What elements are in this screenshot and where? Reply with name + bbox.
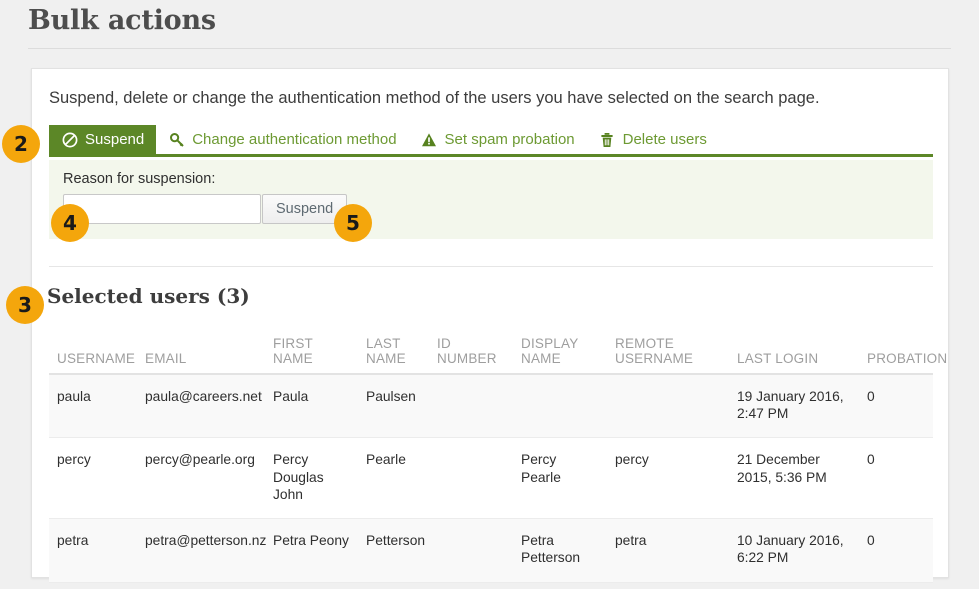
- tab-suspend[interactable]: Suspend: [49, 125, 157, 154]
- warning-triangle-icon: [421, 131, 438, 148]
- cell-last-name: Paulsen: [358, 374, 429, 439]
- column-header-last-login: LAST LOGIN: [729, 326, 859, 375]
- bulk-actions-panel: Suspend, delete or change the authentica…: [31, 68, 949, 583]
- cell-id-number: [429, 374, 513, 439]
- callout-badge-5: 5: [334, 204, 372, 242]
- cell-remote-username: petra: [607, 518, 729, 583]
- bulk-action-tabs: Suspend Change authentication method Set…: [49, 125, 933, 157]
- tab-suspend-label: Suspend: [85, 131, 145, 148]
- cell-remote-username: percy: [607, 437, 729, 520]
- column-header-remote-username: REMOTE USERNAME: [607, 326, 729, 375]
- suspend-form: Reason for suspension: Suspend: [49, 160, 933, 239]
- cell-username: paula: [49, 374, 137, 439]
- ban-icon: [61, 131, 78, 148]
- cell-probation: 0: [859, 437, 933, 520]
- column-header-probation: PROBATION: [859, 326, 947, 375]
- table-header-row: USERNAME EMAIL FIRST NAME LAST NAME ID N…: [49, 326, 947, 375]
- tab-set-spam-probation[interactable]: Set spam probation: [409, 125, 587, 154]
- cell-first-name: Petra Peony: [265, 518, 358, 583]
- tab-change-authentication-method[interactable]: Change authentication method: [156, 125, 408, 154]
- tab-delete-users-label: Delete users: [622, 131, 707, 148]
- column-header-last-name: LAST NAME: [358, 326, 429, 375]
- cell-display-name: [513, 374, 607, 439]
- cell-email: percy@pearle.org: [137, 437, 265, 520]
- cell-username: percy: [49, 437, 137, 520]
- cell-id-number: [429, 518, 513, 583]
- tab-set-spam-probation-label: Set spam probation: [444, 131, 575, 148]
- cell-id-number: [429, 437, 513, 520]
- selected-users-table: USERNAME EMAIL FIRST NAME LAST NAME ID N…: [49, 326, 947, 583]
- cell-last-login: 21 December 2015, 5:36 PM: [729, 437, 859, 520]
- callout-badge-2: 2: [2, 125, 40, 163]
- table-row: paula paula@careers.net Paula Paulsen 19…: [49, 374, 933, 439]
- cell-last-login: 19 January 2016, 2:47 PM: [729, 374, 859, 439]
- callout-badge-4: 4: [51, 204, 89, 242]
- column-header-display-name: DISPLAY NAME: [513, 326, 607, 375]
- tab-change-authentication-method-label: Change authentication method: [192, 131, 397, 148]
- heading-divider: [28, 48, 951, 49]
- trash-icon: [599, 131, 616, 148]
- cell-last-name: Petterson: [358, 518, 429, 583]
- intro-description: Suspend, delete or change the authentica…: [49, 89, 820, 107]
- page-title: Bulk actions: [28, 5, 216, 36]
- column-header-email: EMAIL: [137, 326, 265, 375]
- table-row: petra petra@petterson.nz Petra Peony Pet…: [49, 518, 933, 583]
- selected-users-heading: Selected users (3): [47, 284, 250, 308]
- column-header-username: USERNAME: [49, 326, 137, 375]
- cell-probation: 0: [859, 374, 933, 439]
- cell-probation: 0: [859, 518, 933, 583]
- column-header-first-name: FIRST NAME: [265, 326, 358, 375]
- key-icon: [168, 131, 185, 148]
- table-row: percy percy@pearle.org Percy Douglas Joh…: [49, 437, 933, 520]
- reason-for-suspension-input[interactable]: [63, 194, 261, 224]
- cell-last-login: 10 January 2016, 6:22 PM: [729, 518, 859, 583]
- cell-display-name: Petra Petterson: [513, 518, 607, 583]
- section-divider: [49, 266, 933, 267]
- reason-for-suspension-label: Reason for suspension:: [63, 171, 216, 187]
- tab-delete-users[interactable]: Delete users: [587, 125, 719, 154]
- cell-last-name: Pearle: [358, 437, 429, 520]
- callout-badge-3: 3: [6, 286, 44, 324]
- cell-username: petra: [49, 518, 137, 583]
- cell-remote-username: [607, 374, 729, 439]
- cell-display-name: Percy Pearle: [513, 437, 607, 520]
- cell-first-name: Percy Douglas John: [265, 437, 358, 520]
- cell-first-name: Paula: [265, 374, 358, 439]
- cell-email: petra@petterson.nz: [137, 518, 266, 583]
- column-header-id-number: ID NUMBER: [429, 326, 513, 375]
- cell-email: paula@careers.net: [137, 374, 265, 439]
